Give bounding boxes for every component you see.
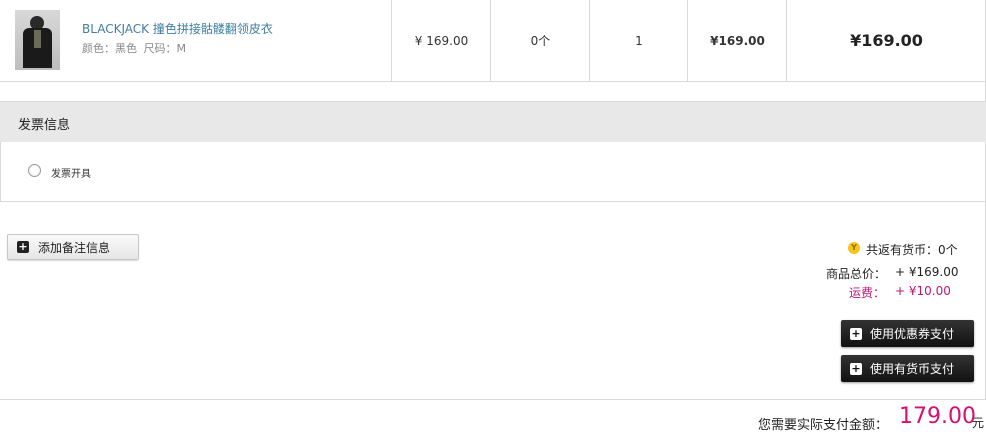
coin-count: 0个	[530, 34, 551, 48]
coin-pay-label: 使用有货币支付	[870, 362, 955, 376]
invoice-radio[interactable]	[28, 164, 41, 177]
add-note-button[interactable]: + 添加备注信息	[7, 234, 139, 260]
product-attributes: 颜色：黑色 尺码：M	[82, 40, 189, 56]
row-total: ¥169.00	[850, 31, 923, 50]
divider	[0, 399, 986, 400]
plus-icon: +	[850, 326, 862, 340]
quantity-cell: 1	[589, 0, 688, 81]
product-color: 颜色：黑色	[82, 42, 137, 55]
payment-label: 您需要实际支付金额：	[758, 418, 889, 433]
goods-total-value: + ¥169.00	[895, 265, 959, 279]
unit-price-cell: ¥ 169.00	[391, 0, 491, 81]
total-cell: ¥169.00	[786, 0, 986, 81]
payment-unit: 元	[972, 416, 985, 430]
invoice-option-label[interactable]: 发票开具	[51, 165, 91, 180]
subtotal: ¥169.00	[710, 33, 765, 48]
coupon-pay-button[interactable]: + 使用优惠券支付	[841, 320, 974, 347]
plus-icon: +	[17, 240, 29, 253]
product-name-link[interactable]: BLACKJACK 撞色拼接骷髅翻领皮衣	[82, 20, 273, 37]
shipping-label: 运费：	[849, 286, 886, 300]
shipping-value: + ¥10.00	[895, 284, 951, 298]
invoice-title: 发票信息	[18, 118, 71, 133]
goods-total-label: 商品总价：	[826, 267, 887, 281]
unit-price: ¥ 169.00	[414, 33, 469, 48]
coupon-pay-label: 使用优惠券支付	[870, 327, 955, 341]
product-size: 尺码：M	[143, 42, 187, 55]
subtotal-cell: ¥169.00	[687, 0, 787, 81]
plus-icon: +	[850, 361, 862, 375]
coin-icon: Y	[848, 242, 860, 254]
payment-amount: 179.00	[899, 404, 976, 429]
coin-pay-button[interactable]: + 使用有货币支付	[841, 355, 974, 382]
product-thumbnail[interactable]	[15, 10, 60, 70]
add-note-label: 添加备注信息	[38, 240, 111, 255]
quantity: 1	[635, 33, 643, 48]
coin-return-text: 共返有货币：0个	[866, 243, 958, 257]
invoice-header	[0, 101, 986, 142]
coin-cell: 0个	[490, 0, 590, 81]
